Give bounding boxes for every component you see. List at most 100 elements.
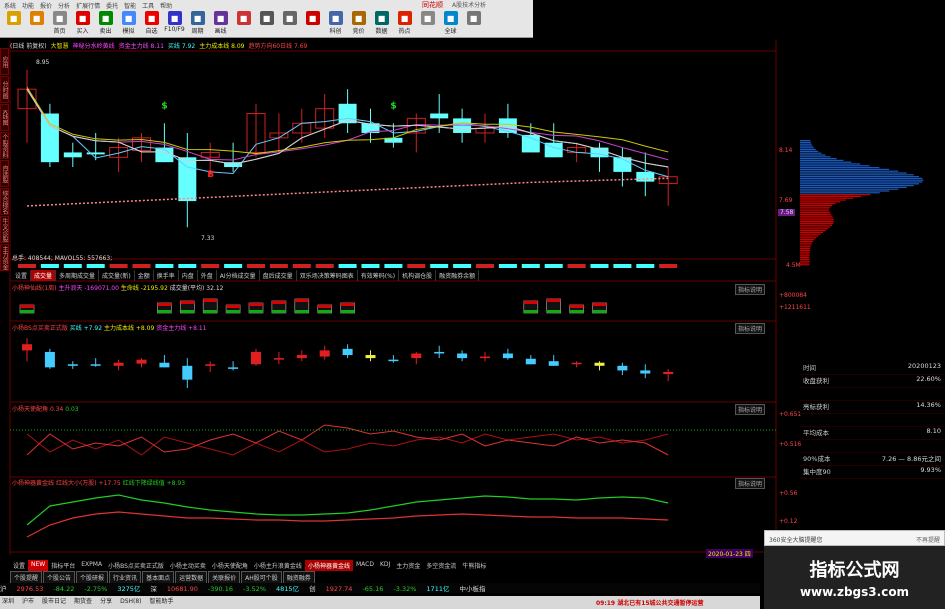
- sub2-body: [228, 367, 239, 369]
- status-item[interactable]: 股市日记: [42, 598, 66, 605]
- bottom-tab[interactable]: KDJ: [377, 560, 393, 571]
- bottom-tab[interactable]: EXPMA: [78, 560, 105, 571]
- sub2-body: [640, 370, 651, 374]
- indicator-tab[interactable]: 盘后成交量: [260, 270, 297, 281]
- chip-bar: [800, 199, 846, 201]
- bottom-tab[interactable]: 小杨天使配角: [209, 560, 251, 571]
- bottom-tab[interactable]: 设置: [10, 560, 28, 571]
- indicator-help-button-4[interactable]: 指标说明: [735, 478, 766, 489]
- bottom-tab[interactable]: 牛熊指标: [459, 560, 489, 571]
- chip-bar: [800, 145, 813, 147]
- bottom-tab[interactable]: 指标平台: [48, 560, 78, 571]
- indicator-help-button-2[interactable]: 指标说明: [735, 323, 766, 334]
- chip-stat-row: 亮标获利 14.36%: [799, 401, 945, 414]
- sub1-box-top: [546, 299, 561, 302]
- volume-bar: [384, 264, 403, 268]
- indicator-tab[interactable]: 内盘: [179, 270, 198, 281]
- chip-bar: [800, 185, 914, 187]
- indicator-tab[interactable]: 有效筹码(%): [358, 270, 400, 281]
- chip-bar: [800, 158, 837, 160]
- bottom-tab[interactable]: 小杨主升浪黄金线: [251, 560, 305, 571]
- vol-axis-3: 4.5M: [786, 262, 801, 269]
- status-item[interactable]: 分享: [100, 598, 112, 605]
- bottom-tab[interactable]: 多空资金流: [423, 560, 459, 571]
- chip-bar: [800, 213, 832, 215]
- candle-body: [86, 152, 105, 155]
- volume-bar: [521, 264, 540, 268]
- indicator-tab[interactable]: 机构调仓股: [399, 270, 437, 281]
- sub3-axis-a: +0.651: [779, 411, 802, 418]
- volume-bar: [247, 264, 265, 268]
- indicator-help-button-1[interactable]: 指标说明: [735, 284, 766, 295]
- signal-marker: $: [161, 102, 167, 112]
- bottom-tab[interactable]: NEW: [28, 560, 49, 571]
- popup-close-button[interactable]: 不再提醒: [916, 535, 940, 544]
- sub2-info: 小杨BS点买卖正式版 买线 +7.92 主力成本线 +8.09 资金主力线 +8…: [12, 325, 207, 332]
- signal-marker: B: [207, 170, 214, 180]
- candle-body: [636, 171, 655, 182]
- bottom-tab[interactable]: 主力资金: [393, 560, 423, 571]
- chip-bar: [800, 244, 812, 246]
- status-item[interactable]: 沪市: [22, 598, 34, 605]
- chip-bar: [800, 186, 907, 188]
- chip-bar: [800, 188, 899, 190]
- chip-bar: [800, 219, 834, 221]
- chip-bar: [800, 143, 812, 145]
- sub1-box-bottom: [20, 310, 34, 313]
- sub1-box-top: [317, 305, 332, 308]
- indicator-tab[interactable]: 成交量: [31, 270, 57, 281]
- chip-bar: [800, 194, 871, 196]
- indicator-tab[interactable]: 换手率: [154, 270, 179, 281]
- status-item[interactable]: 深圳: [2, 598, 14, 605]
- volume-bar: [18, 264, 36, 268]
- chip-bar: [800, 235, 819, 237]
- ticker-value: 沪: [0, 585, 7, 593]
- sub3-line-red: [26, 424, 669, 456]
- chip-stat-row: [799, 388, 945, 401]
- indicator-tab[interactable]: 双乐场决策筹码图表: [297, 270, 358, 281]
- indicator-tab[interactable]: 多周期成交量: [56, 270, 100, 281]
- status-item[interactable]: 期货查: [74, 598, 92, 605]
- indicator-tab[interactable]: 金额: [135, 270, 154, 281]
- bottom-tab[interactable]: 小杨神器黄金线: [304, 560, 353, 571]
- ticker-value: 10681.90: [166, 585, 198, 593]
- sub4-axis-a: +0.56: [779, 490, 798, 497]
- high-price-label: 8.95: [36, 59, 50, 66]
- indicator-tab[interactable]: 外盘: [198, 270, 217, 281]
- sub1-box-top: [180, 301, 195, 304]
- sub1-info: 小杨神仙线(1周) 主升浪天 -169071.00 生命线 -2195.92 成…: [12, 285, 224, 292]
- ticker-value: 3275亿: [117, 585, 141, 593]
- sub2-body: [273, 358, 284, 360]
- sub2-body: [342, 348, 353, 356]
- bottom-tab[interactable]: 小杨BS点买卖正式版: [105, 560, 167, 571]
- chip-bar: [800, 152, 822, 154]
- chip-bar: [800, 253, 810, 255]
- status-news[interactable]: 09:19 湖北已有15城公共交通暂停运营: [596, 598, 704, 607]
- indicator-help-button-3[interactable]: 指标说明: [735, 404, 766, 415]
- status-item[interactable]: DSH(8): [120, 598, 141, 605]
- chip-bar: [800, 149, 816, 151]
- volume-bar: [178, 264, 197, 268]
- chip-bar: [800, 251, 810, 253]
- volume-bar: [567, 264, 586, 268]
- indicator-tab[interactable]: AI分档成交量: [217, 270, 260, 281]
- sub1-box-top: [249, 303, 263, 306]
- sub2-body: [548, 361, 559, 366]
- chip-stat-value: 22.60%: [916, 375, 941, 383]
- ticker-value: -390.16: [207, 585, 234, 593]
- sub2-body: [319, 350, 330, 357]
- indicator-tab[interactable]: 融资融券余额: [436, 270, 480, 281]
- indicator-tab[interactable]: 设置: [12, 270, 32, 281]
- chip-stat-value: 14.36%: [916, 401, 941, 409]
- sub2-body: [365, 355, 376, 359]
- bottom-tab[interactable]: 小杨主动买卖: [167, 560, 209, 571]
- indicator-tab[interactable]: 成交量(新): [99, 270, 135, 281]
- volume-bar: [636, 264, 655, 268]
- status-item[interactable]: 智能助手: [150, 598, 174, 605]
- sub1-box-bottom: [249, 310, 263, 313]
- sub2-body: [411, 353, 422, 359]
- bottom-tab[interactable]: MACD: [353, 560, 377, 571]
- chip-bar: [800, 249, 810, 251]
- chip-bar: [800, 168, 890, 170]
- watermark-url: www.zbgs3.com: [799, 585, 910, 599]
